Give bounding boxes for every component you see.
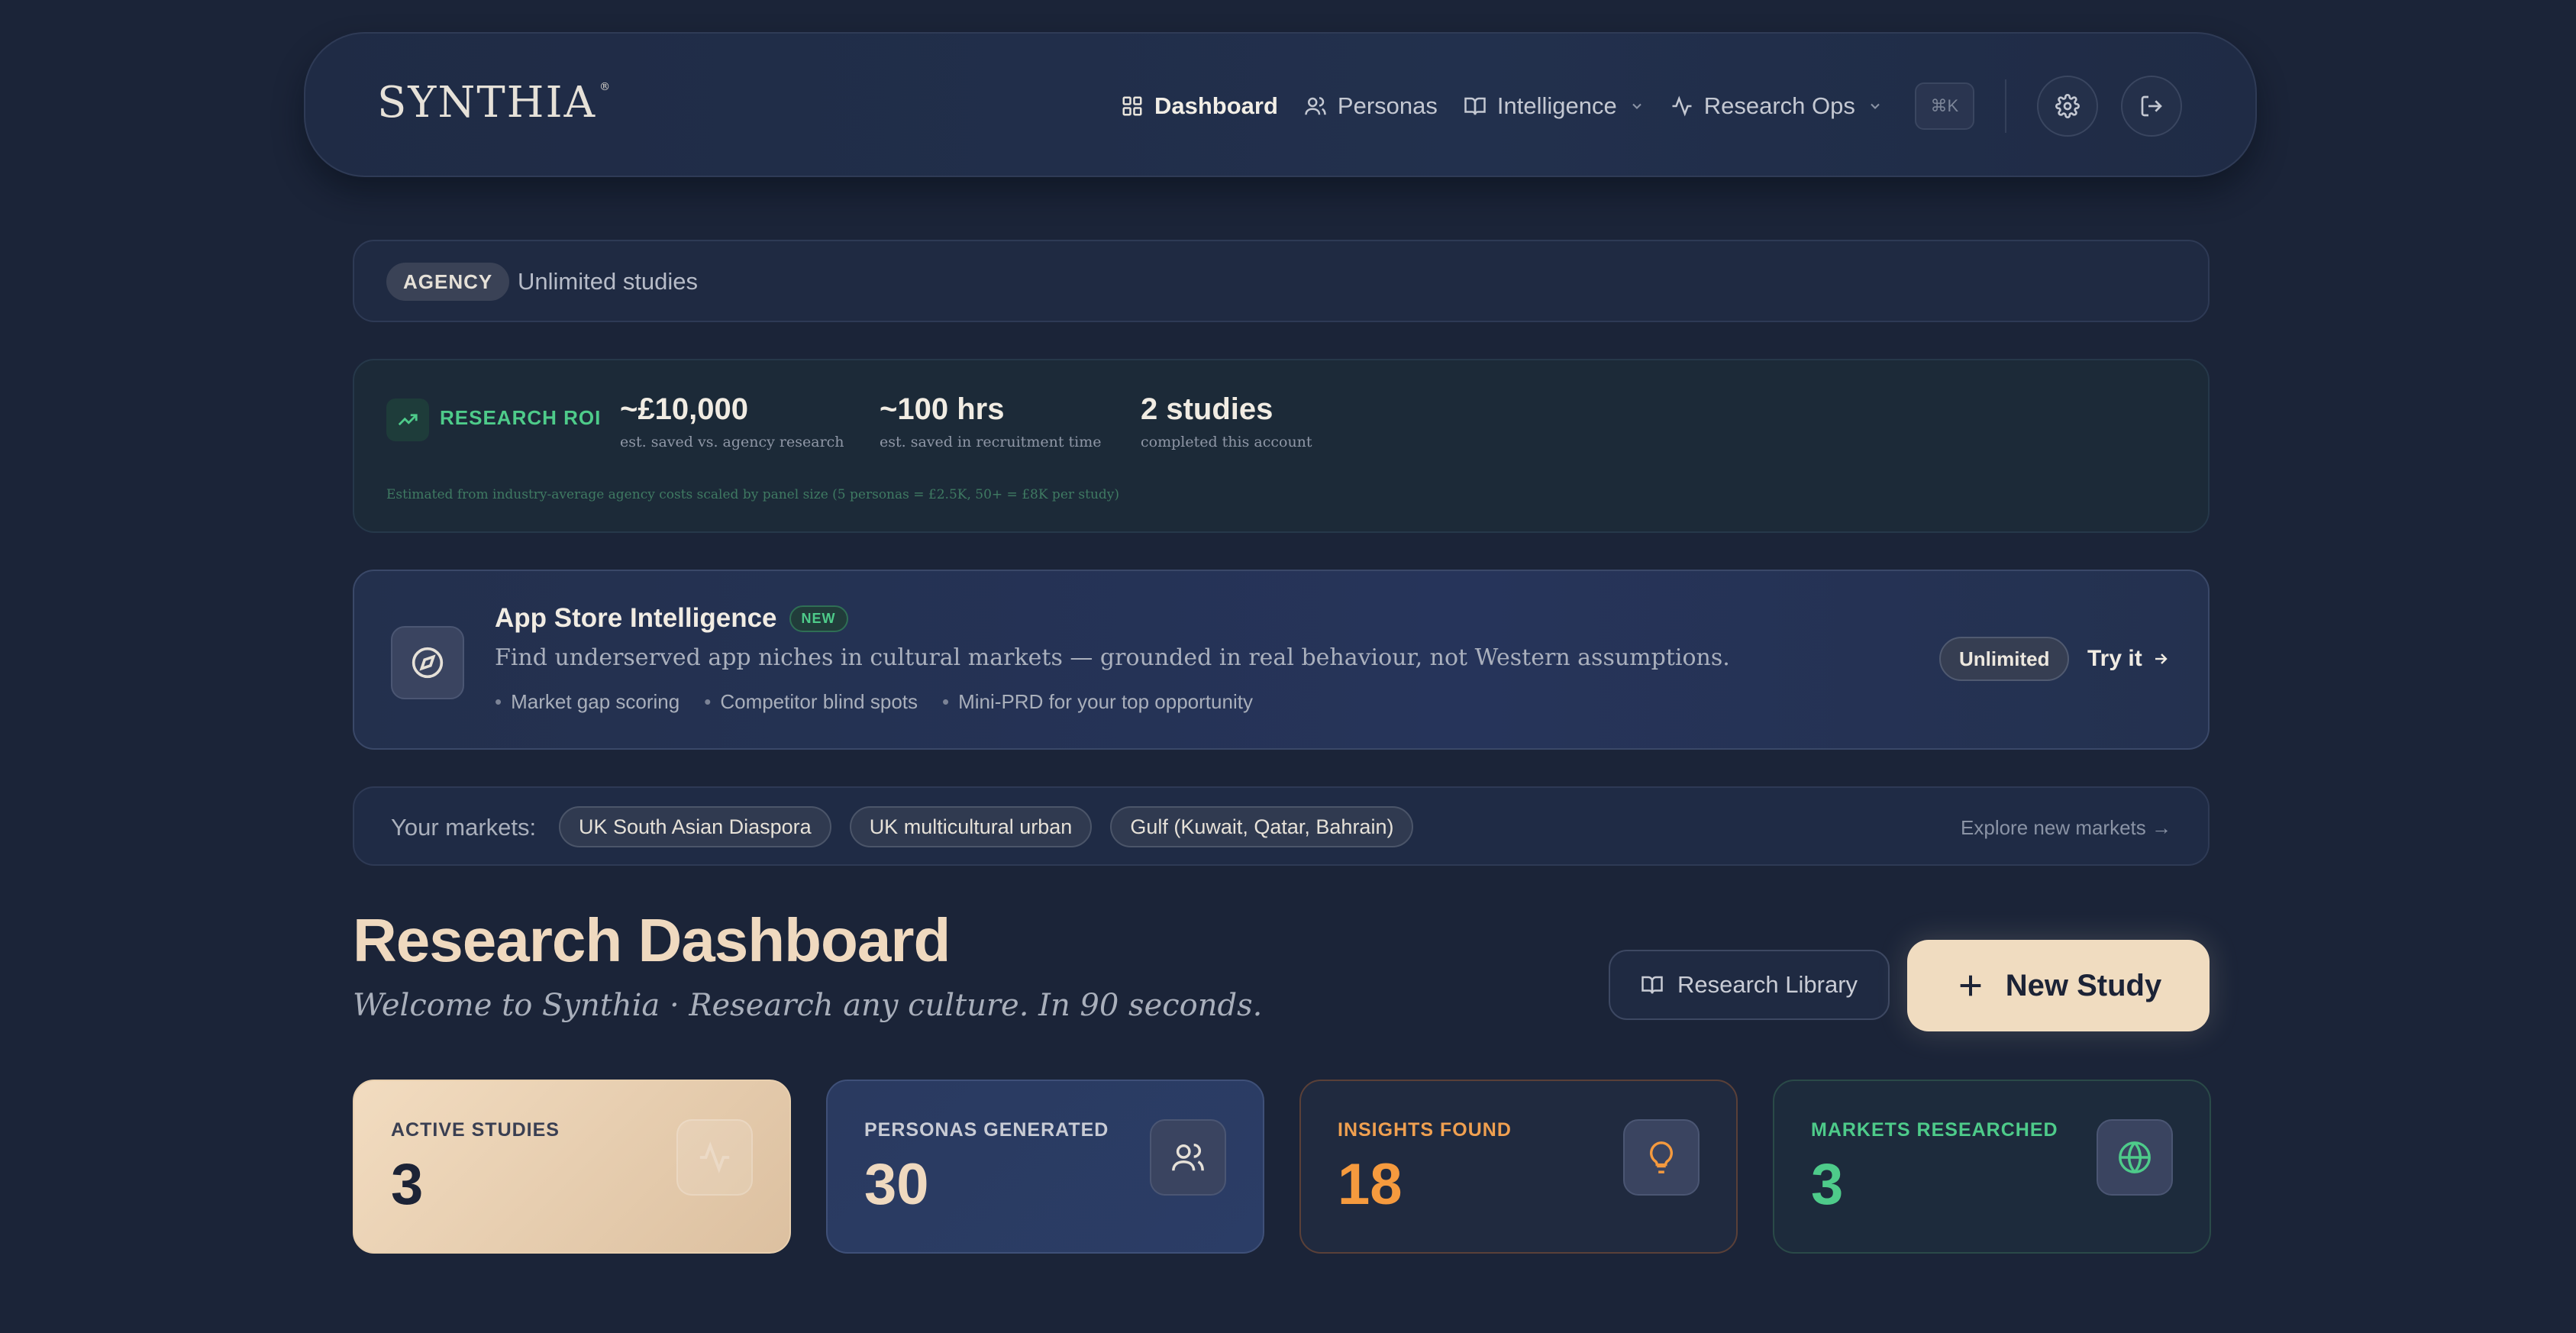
compass-icon [391,626,464,699]
roi-value: 2 studies [1141,392,1273,426]
nav-intelligence-label: Intelligence [1496,92,1617,119]
command-palette-shortcut[interactable]: ⌘K [1914,82,1974,130]
explore-markets-link[interactable]: Explore new markets → [1961,814,2171,841]
app-store-description: Find underserved app niches in cultural … [495,644,1730,671]
roi-footnote: Estimated from industry-average agency c… [386,487,1120,502]
plus-icon [1960,975,1981,996]
try-it-label: Try it [2087,646,2142,671]
bullet-item: Mini-PRD for your top opportunity [942,690,1253,714]
stat-card-markets-researched[interactable]: MARKETS RESEARCHED 3 [1773,1080,2211,1254]
nav-personas-label: Personas [1337,92,1438,119]
page-subtitle: Welcome to Synthia · Research any cultur… [353,988,1263,1023]
research-library-button[interactable]: Research Library [1609,950,1890,1020]
globe-icon [2097,1119,2173,1196]
nav-dashboard[interactable]: Dashboard [1121,92,1278,120]
nav-intelligence[interactable]: Intelligence [1464,92,1645,120]
markets-bar: Your markets: UK South Asian Diaspora UK… [353,786,2210,866]
activity-icon [676,1119,753,1196]
arrow-right-icon [2155,654,2168,664]
book-open-icon [1641,976,1663,994]
unlimited-badge: Unlimited [1939,637,2070,681]
stat-label: ACTIVE STUDIES [391,1119,560,1141]
synthia-logo[interactable]: SYNTHIA ® [377,78,612,127]
gear-icon [2055,94,2080,118]
activity-icon [1672,95,1692,117]
market-chips: UK South Asian Diaspora UK multicultural… [559,806,1414,847]
bullet-item: Competitor blind spots [704,690,918,714]
bullet-item: Market gap scoring [495,690,680,714]
lightbulb-icon [1623,1119,1700,1196]
nav-personas[interactable]: Personas [1304,92,1438,120]
chevron-down-icon [1871,103,1880,109]
roi-stat-studies: 2 studies completed this account [1141,388,1312,450]
nav-items: Dashboard Personas Intelligence Research… [1121,34,2205,179]
chevron-down-icon [1632,103,1641,109]
stat-value: 3 [1811,1152,1844,1217]
roi-value: ~£10,000 [620,392,748,426]
stat-value: 18 [1338,1152,1403,1217]
nav-research-ops-label: Research Ops [1703,92,1855,119]
roi-value: ~100 hrs [880,392,1005,426]
research-roi-card: RESEARCH ROI ~£10,000 est. saved vs. age… [353,359,2210,533]
new-study-label: New Study [2005,968,2162,1002]
stat-value: 3 [391,1152,424,1217]
stat-card-active-studies[interactable]: ACTIVE STUDIES 3 [353,1080,791,1254]
try-it-link[interactable]: Try it [2087,641,2170,676]
log-out-icon [2141,95,2162,117]
logout-button[interactable] [2120,76,2182,137]
plan-banner: AGENCY Unlimited studies [353,240,2210,322]
roi-stat-hours: ~100 hrs est. saved in recruitment time [880,388,1101,450]
app-store-bullets: Market gap scoring Competitor blind spot… [495,690,1253,714]
users-icon [1305,97,1326,115]
nav-dashboard-label: Dashboard [1154,92,1278,119]
stat-value: 30 [864,1152,929,1217]
grid-icon [1122,96,1142,116]
plan-text: Unlimited studies [518,268,699,295]
settings-button[interactable] [2036,76,2098,137]
roi-sub: est. saved in recruitment time [880,434,1102,450]
app-store-intelligence-card[interactable]: App Store Intelligence NEW Find underser… [353,570,2210,750]
research-library-label: Research Library [1677,971,1858,998]
roi-label: RESEARCH ROI [440,406,602,429]
page-title: Research Dashboard [353,906,951,974]
top-nav: SYNTHIA ® Dashboard Personas Intelligence… [304,32,2257,177]
roi-stat-savings: ~£10,000 est. saved vs. agency research [620,388,844,450]
new-study-button[interactable]: New Study [1907,940,2210,1031]
app-store-title: App Store Intelligence NEW [495,603,848,634]
app-store-title-text: App Store Intelligence [495,603,777,633]
roi-sub: completed this account [1141,434,1312,450]
book-open-icon [1464,97,1486,115]
market-chip[interactable]: UK multicultural urban [849,806,1093,847]
markets-label: Your markets: [391,814,537,841]
roi-sub: est. saved vs. agency research [620,434,844,450]
nav-divider [2004,79,2006,133]
nav-research-ops[interactable]: Research Ops [1671,92,1883,120]
stat-card-insights-found[interactable]: INSIGHTS FOUND 18 [1299,1080,1738,1254]
trending-up-icon [386,399,429,441]
stat-label: INSIGHTS FOUND [1338,1119,1512,1141]
market-chip[interactable]: Gulf (Kuwait, Qatar, Bahrain) [1110,806,1414,847]
plan-badge: AGENCY [386,263,510,301]
market-chip[interactable]: UK South Asian Diaspora [559,806,831,847]
stat-label: MARKETS RESEARCHED [1811,1119,2058,1141]
stat-card-personas-generated[interactable]: PERSONAS GENERATED 30 [826,1080,1264,1254]
new-badge: NEW [789,605,848,632]
users-icon [1150,1119,1226,1196]
stat-label: PERSONAS GENERATED [864,1119,1109,1141]
